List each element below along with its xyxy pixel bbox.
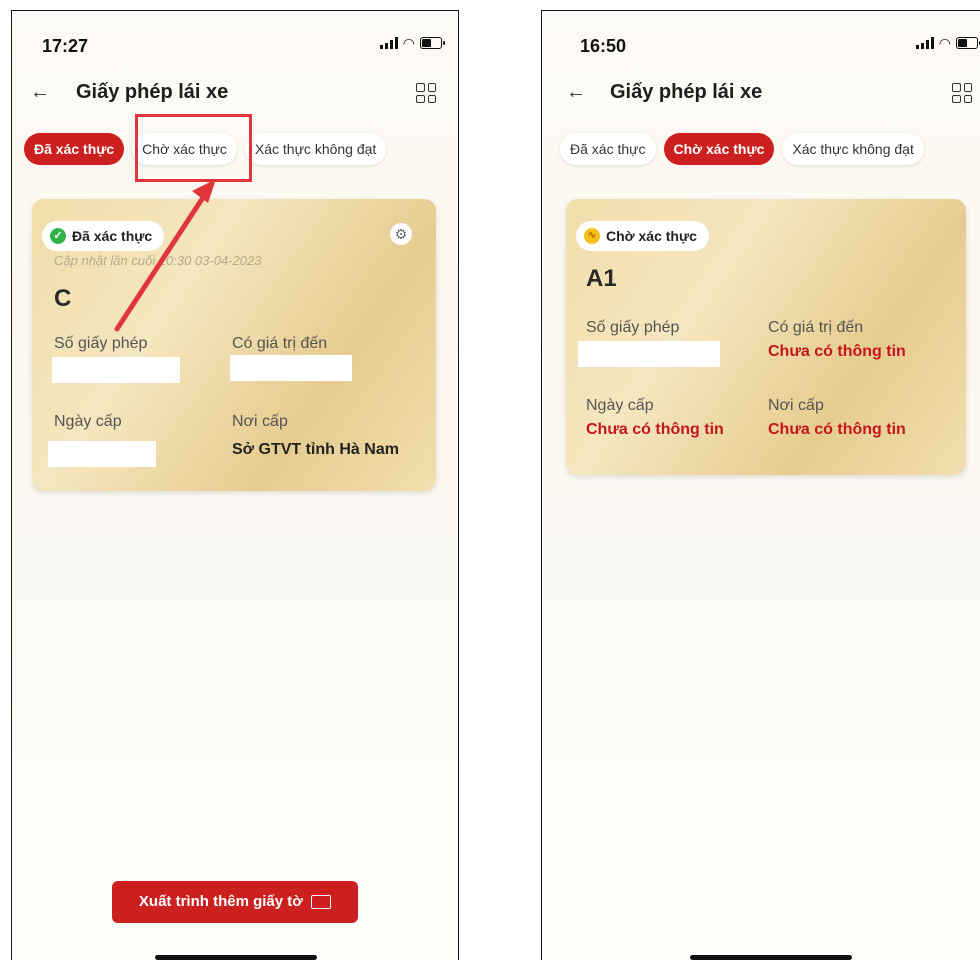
- license-no-label: Số giấy phép: [586, 319, 680, 336]
- license-class: A1: [586, 265, 617, 292]
- issue-place-value: Chưa có thông tin: [768, 421, 906, 438]
- status-icons: ◠: [915, 35, 980, 51]
- issue-date-value: Chưa có thông tin: [586, 421, 724, 438]
- export-button-label: Xuất trình thêm giấy tờ: [138, 893, 303, 910]
- phone-screen-verified: 17:27 ◠ ← Giấy phép lái xe Đã xác thực C…: [11, 10, 459, 960]
- status-time: 16:50: [580, 36, 627, 56]
- back-arrow-icon[interactable]: ←: [566, 81, 586, 104]
- id-card-icon: [311, 895, 332, 910]
- home-indicator: [690, 955, 852, 960]
- valid-until-label: Có giá trị đến: [768, 319, 864, 336]
- issue-place-label: Nơi cấp: [768, 397, 824, 414]
- header: ← Giấy phép lái xe: [542, 79, 980, 109]
- qr-code-icon[interactable]: [952, 83, 972, 103]
- tab-failed[interactable]: Xác thực không đạt: [782, 133, 924, 165]
- status-badge-label: Chờ xác thực: [606, 228, 697, 244]
- page-title: Giấy phép lái xe: [610, 81, 763, 103]
- license-card[interactable]: ∿ Chờ xác thực A1 Số giấy phép Có giá tr…: [566, 199, 966, 475]
- issue-date-label: Ngày cấp: [586, 397, 654, 414]
- license-no-redacted: [578, 341, 720, 367]
- export-documents-button[interactable]: Xuất trình thêm giấy tờ: [112, 881, 358, 923]
- status-badge: ∿ Chờ xác thực: [576, 221, 709, 251]
- signal-icon: [915, 37, 934, 49]
- home-indicator: [155, 955, 317, 960]
- phone-screen-pending: 16:50 ◠ ← Giấy phép lái xe Đã xác thực C…: [541, 10, 980, 960]
- tab-bar: Đã xác thực Chờ xác thực Xác thực không …: [560, 133, 924, 165]
- battery-icon: [956, 37, 980, 49]
- valid-until-value: Chưa có thông tin: [768, 343, 906, 360]
- pending-icon: ∿: [584, 228, 600, 244]
- annotation-arrow: [114, 179, 216, 332]
- wifi-icon: ◠: [938, 35, 951, 51]
- tab-pending[interactable]: Chờ xác thực: [663, 133, 775, 165]
- tab-verified[interactable]: Đã xác thực: [560, 133, 656, 165]
